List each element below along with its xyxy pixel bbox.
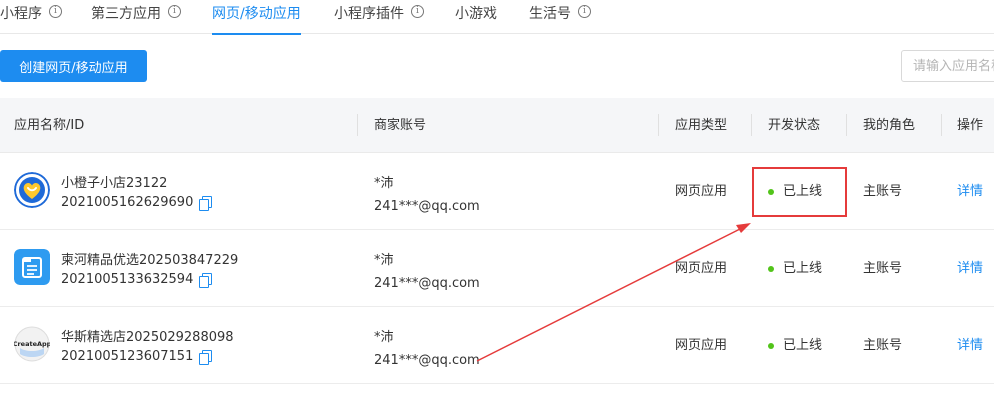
app-id-value: 2021005133632594 (61, 272, 194, 287)
app-id: 2021005162629690 (61, 195, 213, 211)
tab-mini-program-plugin[interactable]: 小程序插件 i (334, 3, 424, 34)
status-dot-icon (768, 342, 774, 349)
app-id: 2021005133632594 (61, 272, 213, 288)
annotation-highlight-box (752, 167, 847, 217)
tab-mini-program[interactable]: 小程序 i (0, 3, 62, 34)
tab-label: 小程序插件 (334, 6, 404, 22)
search-input[interactable] (901, 50, 994, 82)
info-icon[interactable]: i (168, 5, 181, 18)
column-header-dev-status: 开发状态 (768, 118, 821, 133)
details-link[interactable]: 详情 (957, 230, 983, 307)
app-id-value: 2021005123607151 (61, 349, 194, 364)
table-row: CreateApp 华斯精选店2025029288098 20210051236… (0, 307, 994, 384)
app-name: 柬河精品优选202503847229 (61, 253, 239, 268)
merchant-account: *沛 241***@qq.com (374, 249, 480, 295)
tab-label: 小程序 (0, 6, 42, 22)
column-divider (846, 114, 847, 136)
merchant-name: *沛 (374, 253, 394, 268)
createapp-logo-text: CreateApp (14, 340, 50, 348)
column-header-actions: 操作 (957, 118, 984, 133)
app-type: 网页应用 (675, 261, 728, 276)
column-header-app-type: 应用类型 (675, 118, 728, 133)
merchant-name: *沛 (374, 330, 394, 345)
heart-logo-icon (14, 172, 50, 208)
tab-label: 网页/移动应用 (212, 6, 301, 22)
status-label: 已上线 (783, 338, 823, 353)
table-row: 柬河精品优选202503847229 2021005133632594 *沛 2… (0, 230, 994, 307)
my-role: 主账号 (863, 338, 903, 353)
tab-label: 第三方应用 (91, 6, 161, 22)
app-type: 网页应用 (675, 338, 728, 353)
folder-list-icon (14, 249, 50, 285)
merchant-account: *沛 241***@qq.com (374, 326, 480, 372)
copy-icon[interactable] (199, 349, 213, 365)
dev-status: 已上线 (768, 230, 822, 307)
merchant-email: 241***@qq.com (374, 276, 480, 291)
column-header-my-role: 我的角色 (863, 118, 916, 133)
create-web-mobile-app-button[interactable]: 创建网页/移动应用 (0, 50, 147, 82)
tab-label: 小游戏 (455, 6, 497, 22)
my-role: 主账号 (863, 184, 903, 199)
table-header: 应用名称/ID 商家账号 应用类型 开发状态 我的角色 操作 (0, 98, 994, 153)
copy-icon[interactable] (199, 195, 213, 211)
column-header-merchant: 商家账号 (374, 118, 427, 133)
column-divider (357, 114, 358, 136)
details-link[interactable]: 详情 (957, 307, 983, 384)
details-link[interactable]: 详情 (957, 153, 983, 230)
tab-label: 生活号 (529, 6, 571, 22)
merchant-email: 241***@qq.com (374, 353, 480, 368)
dev-status: 已上线 (768, 307, 822, 384)
merchant-account: *沛 241***@qq.com (374, 172, 480, 218)
column-divider (658, 114, 659, 136)
copy-icon[interactable] (199, 272, 213, 288)
info-icon[interactable]: i (411, 5, 424, 18)
createapp-logo-icon: CreateApp (14, 326, 50, 362)
column-header-app-name: 应用名称/ID (14, 118, 85, 133)
status-label: 已上线 (783, 261, 823, 276)
column-divider (941, 114, 942, 136)
info-icon[interactable]: i (578, 5, 591, 18)
column-divider (751, 114, 752, 136)
tab-bar: 小程序 i 第三方应用 i 网页/移动应用 小程序插件 i 小游戏 生活号 i (0, 0, 994, 35)
my-role: 主账号 (863, 261, 903, 276)
app-name: 小橙子小店23122 (61, 176, 168, 191)
active-tab-underline (212, 33, 301, 35)
info-icon[interactable]: i (49, 5, 62, 18)
app-id-value: 2021005162629690 (61, 195, 194, 210)
tab-life-account[interactable]: 生活号 i (529, 3, 591, 34)
merchant-name: *沛 (374, 176, 394, 191)
app-id: 2021005123607151 (61, 349, 213, 365)
app-name: 华斯精选店2025029288098 (61, 330, 234, 345)
tab-web-mobile-app[interactable]: 网页/移动应用 (212, 3, 301, 35)
merchant-email: 241***@qq.com (374, 199, 480, 214)
tab-third-party-app[interactable]: 第三方应用 i (91, 3, 181, 34)
app-type: 网页应用 (675, 184, 728, 199)
tab-mini-game[interactable]: 小游戏 (455, 3, 497, 34)
status-dot-icon (768, 265, 774, 272)
